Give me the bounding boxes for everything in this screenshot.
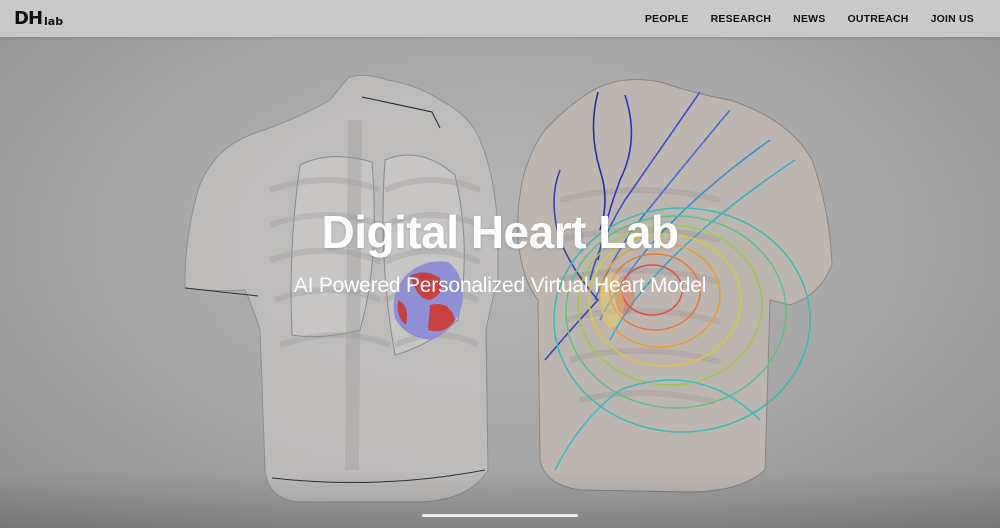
hero-image (184, 74, 833, 503)
nav-link-research[interactable]: RESEARCH (711, 13, 772, 25)
lab-logo[interactable]: DH lab (14, 7, 63, 29)
hero-title: Digital Heart Lab (321, 206, 679, 258)
hero-subtitle: AI Powered Personalized Virtual Heart Mo… (293, 274, 707, 297)
logo-main-text: DH (14, 8, 43, 29)
nav-link-people[interactable]: PEOPLE (645, 13, 689, 25)
nav-link-news[interactable]: NEWS (793, 13, 825, 25)
nav-link-join-us[interactable]: JOIN US (931, 13, 974, 25)
nav-menu: PEOPLE RESEARCH NEWS OUTREACH JOIN US (623, 0, 974, 37)
hero-banner (0, 0, 1000, 528)
logo-sub-text: lab (44, 15, 64, 28)
top-navbar: DH lab PEOPLE RESEARCH NEWS OUTREACH JOI… (0, 0, 1000, 37)
bottom-shade (0, 470, 1000, 528)
nav-link-outreach[interactable]: OUTREACH (847, 13, 908, 25)
slide-indicator[interactable] (422, 514, 578, 517)
